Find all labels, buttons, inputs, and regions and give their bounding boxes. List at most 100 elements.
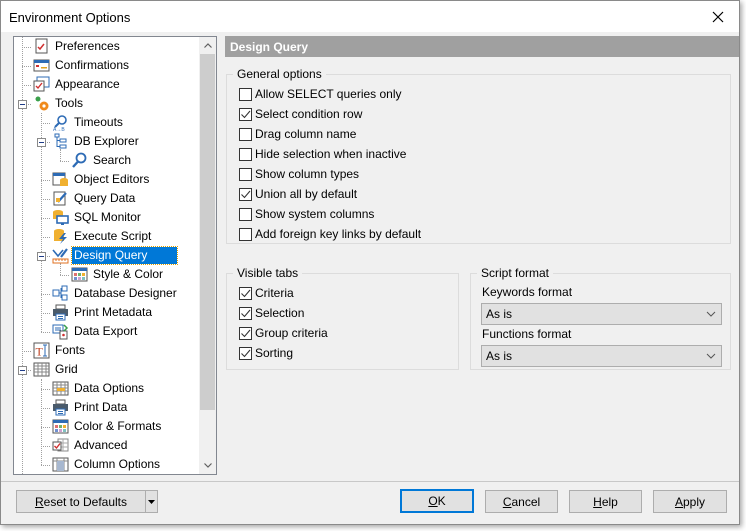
checkbox-add-foreign-key-links-by-default[interactable]: Add foreign key links by default — [239, 226, 421, 242]
checkbox-hide-selection-when-inactive[interactable]: Hide selection when inactive — [239, 146, 406, 162]
close-button[interactable] — [703, 5, 733, 29]
tree-item-column-options[interactable]: Column Options — [52, 455, 162, 474]
tree-item-fonts[interactable]: T Fonts — [33, 341, 87, 360]
tree-item-data-options[interactable]: Data Options — [52, 379, 146, 398]
tree-item-label: Data Export — [74, 324, 138, 338]
object-editors-icon — [52, 172, 68, 186]
reset-to-defaults-button[interactable]: Reset to Defaults — [16, 490, 146, 513]
close-icon — [712, 11, 724, 23]
tree-item-label: Fonts — [55, 343, 86, 357]
checkmark-icon — [241, 110, 251, 118]
checkbox-sorting[interactable]: Sorting — [239, 345, 293, 361]
reset-dropdown-button[interactable] — [145, 490, 158, 513]
tree-item-label: Design Query — [70, 246, 179, 265]
tree-item-query-data[interactable]: Query Data — [52, 189, 137, 208]
tree-guide-line — [41, 446, 50, 447]
checkmark-icon — [241, 289, 251, 297]
cancel-label: Cancel — [502, 494, 541, 509]
ok-button[interactable]: OK — [400, 489, 474, 513]
apply-button[interactable]: Apply — [653, 490, 727, 513]
functions-format-label: Functions format — [482, 327, 572, 341]
collapse-toggle[interactable] — [37, 138, 46, 147]
tree-item-data-export[interactable]: Data Export — [52, 322, 139, 341]
reset-label: Reset to Defaults — [34, 494, 128, 509]
cancel-button[interactable]: Cancel — [485, 490, 558, 513]
tree-item-appearance[interactable]: Appearance — [33, 75, 122, 94]
tree-item-label: Style & Color — [93, 267, 164, 281]
checkbox-criteria[interactable]: Criteria — [239, 285, 294, 301]
advanced-icon — [52, 438, 69, 452]
tree-guide-line — [60, 275, 69, 276]
functions-format-select[interactable]: As is — [481, 345, 722, 367]
scroll-thumb[interactable] — [200, 54, 215, 410]
tree-item-style-color[interactable]: Style & Color — [71, 265, 165, 284]
tree-item-label: Execute Script — [74, 229, 152, 243]
tree-item-execute-script[interactable]: Execute Script — [52, 227, 153, 246]
environment-options-dialog: Environment Options Preferences Confirmat… — [0, 0, 740, 525]
checkmark-icon — [241, 309, 251, 317]
tree-scrollbar[interactable] — [199, 37, 216, 474]
tree-item-grid[interactable]: Grid — [33, 360, 80, 379]
printer-icon — [53, 304, 68, 321]
tree-guide-line — [22, 66, 31, 67]
tree-item-object-editors[interactable]: Object Editors — [52, 170, 151, 189]
checkbox-select-condition-row[interactable]: Select condition row — [239, 106, 362, 122]
collapse-toggle[interactable] — [37, 252, 46, 261]
checkbox-drag-column-name[interactable]: Drag column name — [239, 126, 356, 142]
checkbox-union-all-by-default[interactable]: Union all by default — [239, 186, 357, 202]
tree-item-search[interactable]: Search — [71, 151, 133, 170]
checkbox-show-column-types[interactable]: Show column types — [239, 166, 359, 182]
tree-item-tools[interactable]: Tools — [33, 94, 85, 113]
checkbox-checked[interactable] — [239, 326, 252, 340]
checkbox-checked[interactable] — [239, 107, 252, 121]
checkmark-icon — [241, 190, 251, 198]
footer-separator — [1, 481, 739, 482]
checkbox-checked[interactable] — [239, 346, 252, 360]
checkbox-checked[interactable] — [239, 306, 252, 320]
help-button[interactable]: Help — [569, 490, 642, 513]
checkbox-unchecked[interactable] — [239, 147, 252, 161]
data-options-icon — [52, 381, 69, 396]
tree-item-confirmations[interactable]: Confirmations — [33, 56, 131, 75]
checkbox-group-criteria[interactable]: Group criteria — [239, 325, 328, 341]
checkbox-label: Drag column name — [255, 127, 357, 141]
tree-item-print-data[interactable]: Print Data — [52, 398, 129, 417]
execute-script-icon — [54, 229, 67, 244]
tree-item-print-metadata[interactable]: Print Metadata — [52, 303, 154, 322]
checkbox-checked[interactable] — [239, 187, 252, 201]
checkbox-allow-select-queries-only[interactable]: Allow SELECT queries only — [239, 86, 402, 102]
tree-item-color-formats[interactable]: Color & Formats — [52, 417, 163, 436]
collapse-toggle[interactable] — [18, 366, 27, 375]
tree-item-advanced[interactable]: Advanced — [52, 436, 129, 455]
db-explorer-icon — [54, 133, 67, 149]
checkmark-icon — [241, 349, 251, 357]
tree-item-label: Object Editors — [74, 172, 150, 186]
tree-item-label: Advanced — [74, 438, 128, 452]
column-options-icon — [52, 457, 69, 472]
checkbox-unchecked[interactable] — [239, 207, 252, 221]
tree-item-design-query[interactable]: Design Query — [52, 246, 179, 265]
tree-guide-line — [41, 379, 42, 465]
checkbox-unchecked[interactable] — [239, 87, 252, 101]
tree-item-sql-monitor[interactable]: SQL Monitor — [52, 208, 143, 227]
checkbox-selection[interactable]: Selection — [239, 305, 304, 321]
tree-item-database-designer[interactable]: Database Designer — [52, 284, 179, 303]
timeouts-icon: A→B — [53, 115, 67, 131]
confirmations-icon — [33, 59, 50, 72]
tree-item-label: Query Data — [74, 191, 136, 205]
tree-item-db-explorer[interactable]: DB Explorer — [52, 132, 141, 151]
checkbox-unchecked[interactable] — [239, 167, 252, 181]
tree-item-timeouts[interactable]: A→B Timeouts — [52, 113, 125, 132]
general-options-legend: General options — [233, 67, 326, 81]
checkbox-checked[interactable] — [239, 286, 252, 300]
query-data-icon — [53, 191, 67, 206]
tree-item-preferences[interactable]: Preferences — [33, 37, 122, 56]
scroll-down-button[interactable] — [199, 457, 216, 474]
collapse-toggle[interactable] — [18, 100, 27, 109]
checkbox-show-system-columns[interactable]: Show system columns — [239, 206, 374, 222]
keywords-format-select[interactable]: As is — [481, 303, 722, 325]
window-title: Environment Options — [9, 10, 131, 25]
checkbox-unchecked[interactable] — [239, 227, 252, 241]
scroll-up-button[interactable] — [199, 37, 216, 54]
checkbox-unchecked[interactable] — [239, 127, 252, 141]
